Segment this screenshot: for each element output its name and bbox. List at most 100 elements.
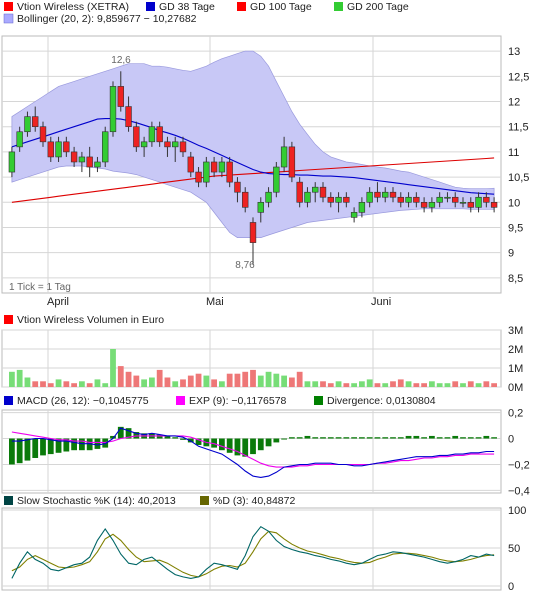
- price-tick-4: 11: [508, 147, 519, 159]
- candle-body-52: [413, 196, 420, 203]
- volume-bar-13: [110, 349, 116, 387]
- divergence-bar-38: [304, 435, 311, 439]
- divergence-bar-33: [265, 438, 272, 447]
- candle-body-50: [397, 196, 404, 203]
- candle-body-39: [312, 186, 319, 193]
- divergence-bar-1: [16, 438, 23, 464]
- candle-body-12: [102, 131, 109, 163]
- volume-bar-40: [320, 381, 326, 387]
- legend-gd38: GD 38 Tage: [159, 1, 215, 13]
- volume-bar-43: [343, 383, 350, 387]
- divergence-bar-56: [444, 437, 451, 439]
- candle-body-21: [172, 141, 179, 148]
- candle-body-57: [452, 196, 459, 203]
- candle-body-41: [327, 196, 334, 203]
- price-tick-0: 13: [508, 46, 520, 58]
- candle-body-28: [226, 161, 233, 183]
- legend-price: Vtion Wireless (XETRA): [17, 1, 129, 13]
- volume-bar-4: [40, 381, 46, 387]
- volume-bar-56: [444, 383, 451, 387]
- volume-bar-33: [265, 371, 272, 387]
- price-axis: 13 12,5 12 11,5 11 10,5 10 9,5 9 8,5: [508, 46, 529, 285]
- stoch-axis: 100 50 0: [508, 505, 526, 593]
- volume-bar-17: [141, 379, 147, 387]
- candle-body-30: [242, 191, 249, 208]
- legend-divergence: Divergence: 0,0130804: [327, 395, 436, 407]
- divergence-bar-40: [320, 437, 326, 439]
- candle-body-18: [148, 126, 156, 143]
- divergence-bar-36: [289, 437, 295, 439]
- divergence-bar-43: [343, 437, 350, 439]
- price-tick-3: 11,5: [508, 122, 529, 134]
- volume-bar-55: [436, 383, 443, 387]
- volume-bar-50: [397, 379, 404, 387]
- candle-body-20: [164, 141, 171, 148]
- vol-tick-3: 0M: [508, 382, 523, 394]
- candle-body-24: [195, 171, 202, 183]
- volume-bar-52: [413, 383, 420, 387]
- tick-note: 1 Tick = 1 Tag: [9, 282, 71, 293]
- legend-volume: Vtion Wireless Volumen in Euro: [17, 314, 164, 326]
- candle-body-11: [94, 161, 101, 168]
- macd-axis: 0,2 0 −0,2 −0,4: [508, 408, 530, 498]
- volume-bar-5: [47, 383, 54, 387]
- divergence-bar-5: [47, 438, 54, 455]
- macd-tick-2: −0,2: [508, 459, 530, 471]
- divergence-bar-31: [250, 438, 256, 455]
- legend-swatch-bollinger: [3, 13, 14, 24]
- divergence-bar-37: [296, 437, 303, 439]
- legend-swatch-gd200: [334, 2, 343, 11]
- volume-bar-54: [429, 381, 435, 387]
- volume-bar-11: [94, 379, 101, 387]
- volume-bar-58: [460, 383, 466, 387]
- volume-bar-46: [366, 379, 373, 387]
- volume-bar-28: [226, 373, 233, 387]
- divergence-bar-0: [9, 438, 15, 465]
- candle-body-0: [8, 151, 16, 173]
- volume-bar-25: [203, 375, 210, 387]
- candle-body-46: [366, 191, 373, 203]
- candle-body-58: [459, 201, 467, 204]
- candle-body-26: [210, 161, 218, 173]
- candle-body-54: [428, 201, 436, 208]
- volume-bar-18: [149, 377, 155, 387]
- high-annotation: 12,6: [111, 55, 131, 66]
- divergence-bar-50: [397, 437, 404, 439]
- stock-chart: Vtion Wireless (XETRA) GD 38 Tage GD 100…: [1, 1, 530, 593]
- divergence-bar-60: [475, 437, 482, 439]
- divergence-bar-27: [219, 438, 225, 451]
- legend-swatch-divergence: [314, 396, 323, 405]
- volume-bar-19: [156, 369, 163, 387]
- candle-body-14: [117, 86, 124, 107]
- volume-bar-6: [55, 379, 62, 387]
- divergence-bar-47: [374, 437, 381, 439]
- volume-bar-10: [86, 383, 93, 387]
- volume-bar-30: [242, 371, 249, 387]
- legend-swatch-gd38: [146, 2, 155, 11]
- volume-bar-8: [71, 383, 77, 387]
- month-juni: Juni: [371, 296, 391, 308]
- volume-bar-39: [312, 381, 319, 387]
- divergence-bar-55: [436, 437, 443, 439]
- volume-bar-12: [102, 383, 109, 387]
- volume-bar-1: [16, 369, 23, 387]
- candle-body-43: [343, 196, 350, 203]
- candle-body-48: [382, 191, 389, 198]
- legend-gd200: GD 200 Tage: [347, 1, 409, 13]
- volume-bar-31: [250, 369, 256, 387]
- divergence-bar-4: [40, 438, 46, 456]
- candle-body-61: [483, 196, 490, 203]
- volume-bar-45: [359, 381, 365, 387]
- divergence-bar-62: [491, 437, 497, 439]
- low-annotation: 8,76: [235, 260, 255, 271]
- candle-body-1: [16, 131, 23, 148]
- candle-body-31: [249, 222, 257, 243]
- divergence-bar-52: [413, 435, 420, 439]
- volume-bar-27: [219, 381, 225, 387]
- volume-bar-51: [405, 381, 412, 387]
- month-mai: Mai: [206, 296, 224, 308]
- volume-bar-21: [172, 381, 179, 387]
- legend-stoch-k: Slow Stochastic %K (14): 40,2013: [17, 495, 176, 507]
- volume-bar-62: [491, 383, 497, 387]
- volume-bar-2: [24, 377, 31, 387]
